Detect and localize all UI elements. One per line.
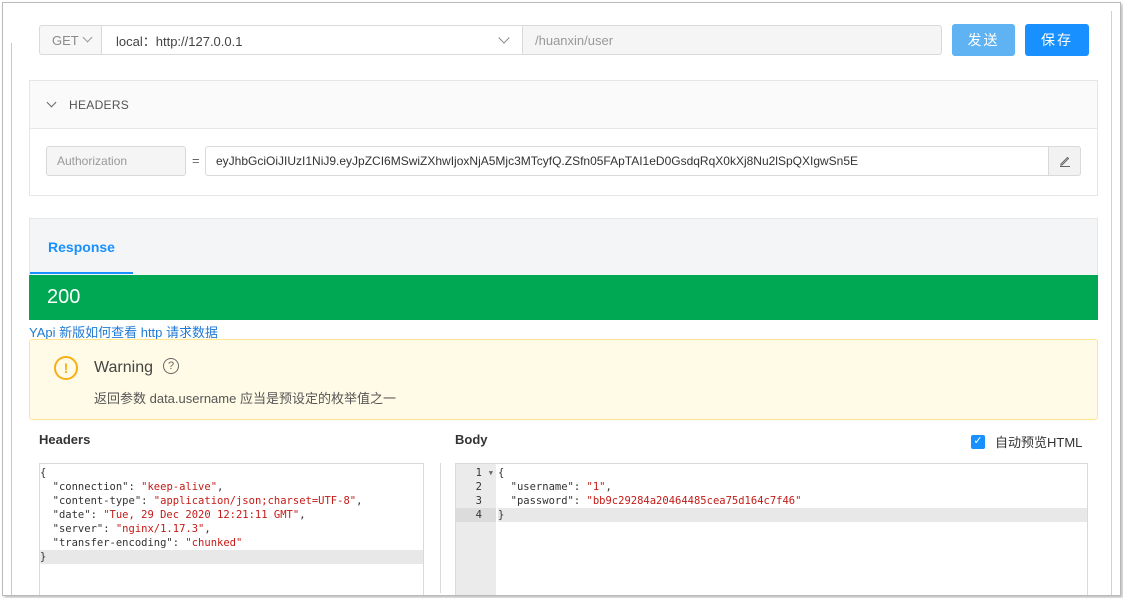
header-value-text: eyJhbGciOiJIUzI1NiJ9.eyJpZCI6MSwiZXhwIjo… [216,154,859,168]
auto-preview-checkbox[interactable]: ✓ 自动预览HTML [971,432,1082,451]
response-tabs: Response [29,218,1098,275]
warning-title: Warning [94,359,153,376]
code-line: "server": "nginx/1.17.3", [40,522,423,536]
path-value: /huanxin/user [535,32,614,48]
headers-code-editor[interactable]: { "connection": "keep-alive", "content-t… [39,463,424,595]
code-key: "connection": [40,481,142,493]
panel-divider [440,463,441,593]
edit-icon [1059,156,1070,167]
code-string: "1" [586,481,606,493]
warning-alert: ! Warning ? 返回参数 data.username 应当是预设定的枚举… [29,339,1098,420]
headers-panel: HEADERS Authorization = eyJhbGciOiJIUzI1… [29,80,1098,196]
code-key: { [40,467,47,479]
code-line: { [40,466,423,480]
code-key: { [498,467,505,479]
equals-sign: = [192,153,200,168]
code-string: "keep-alive" [141,481,218,493]
header-key-value: Authorization [57,154,128,168]
code-line: "content-type": "application/json;charse… [40,494,423,508]
code-key: "transfer-encoding": [40,537,186,549]
code-line: { [498,466,1087,480]
warning-description: 返回参数 data.username 应当是预设定的枚举值之一 [94,391,396,406]
fold-arrow-icon[interactable]: ▼ [489,466,493,480]
line-number: 2 [475,481,482,493]
checkmark-icon: ✓ [971,434,985,449]
send-button[interactable]: 发送 [952,24,1015,56]
tab-underline [30,272,133,274]
method-label: GET [52,32,79,48]
body-code-editor[interactable]: 1 ▼ 2 3 4 { "username": "1", "password": "bb… [455,463,1088,595]
code-key: "password": [498,495,587,507]
code-string: "bb9c29284a20464485cea75d164c7f46" [586,495,802,507]
status-code: 200 [47,286,81,308]
code-key: "content-type": [40,495,154,507]
status-bar: 200 [29,275,1098,320]
code-line: "username": "1", [498,480,1087,494]
tab-response[interactable]: Response [30,219,133,275]
line-gutter: 1 ▼ 2 3 4 [456,464,496,595]
env-label: local：http://127.0.0.1 [116,33,243,49]
line-number: 3 [475,495,482,507]
body-section-title: Body [455,432,488,447]
question-icon[interactable]: ? [163,358,179,374]
line-number: 1 ▼ [475,466,493,480]
headers-panel-title: HEADERS [69,97,130,112]
code-punct: , [299,509,306,521]
code-line: } [40,550,423,564]
auto-preview-label: 自动预览HTML [995,435,1083,450]
code-punct: , [605,481,612,493]
code-line: "date": "Tue, 29 Dec 2020 12:21:11 GMT", [40,508,423,522]
chevron-down-icon [82,32,93,43]
code-string: "chunked" [185,537,243,549]
save-button[interactable]: 保存 [1025,24,1089,56]
header-value-input[interactable]: eyJhbGciOiJIUzI1NiJ9.eyJpZCI6MSwiZXhwIjo… [205,146,1049,176]
code-punct: , [204,523,211,535]
env-select[interactable]: local：http://127.0.0.1 [102,25,523,55]
chevron-down-icon [498,32,510,44]
headers-panel-toggle[interactable]: HEADERS [30,81,1097,129]
exclamation-icon: ! [54,356,78,380]
code-punct: , [356,495,363,507]
code-key: } [40,551,47,563]
headers-section-title: Headers [39,432,91,447]
code-string: "application/json;charset=UTF-8" [153,495,357,507]
line-number: 4 [456,508,496,522]
code-key: "date": [40,509,104,521]
code-string: "Tue, 29 Dec 2020 12:21:11 GMT" [103,509,300,521]
code-punct: , [217,481,224,493]
left-border [11,43,12,595]
app-frame: GET local：http://127.0.0.1 /huanxin/user… [2,2,1121,596]
header-key-input[interactable]: Authorization [46,146,186,176]
code-key: "username": [498,481,587,493]
code-line: } [498,508,1087,522]
edit-button[interactable] [1049,146,1081,176]
code-string: "nginx/1.17.3" [115,523,205,535]
chevron-down-icon [46,97,57,108]
code-line: "transfer-encoding": "chunked" [40,536,423,550]
code-line: "connection": "keep-alive", [40,480,423,494]
code-line: "password": "bb9c29284a20464485cea75d164… [498,494,1087,508]
code-key: "server": [40,523,116,535]
right-scroll-edge [1111,11,1112,595]
method-select[interactable]: GET [39,25,102,55]
path-input[interactable]: /huanxin/user [523,25,942,55]
code-key: } [498,509,505,521]
